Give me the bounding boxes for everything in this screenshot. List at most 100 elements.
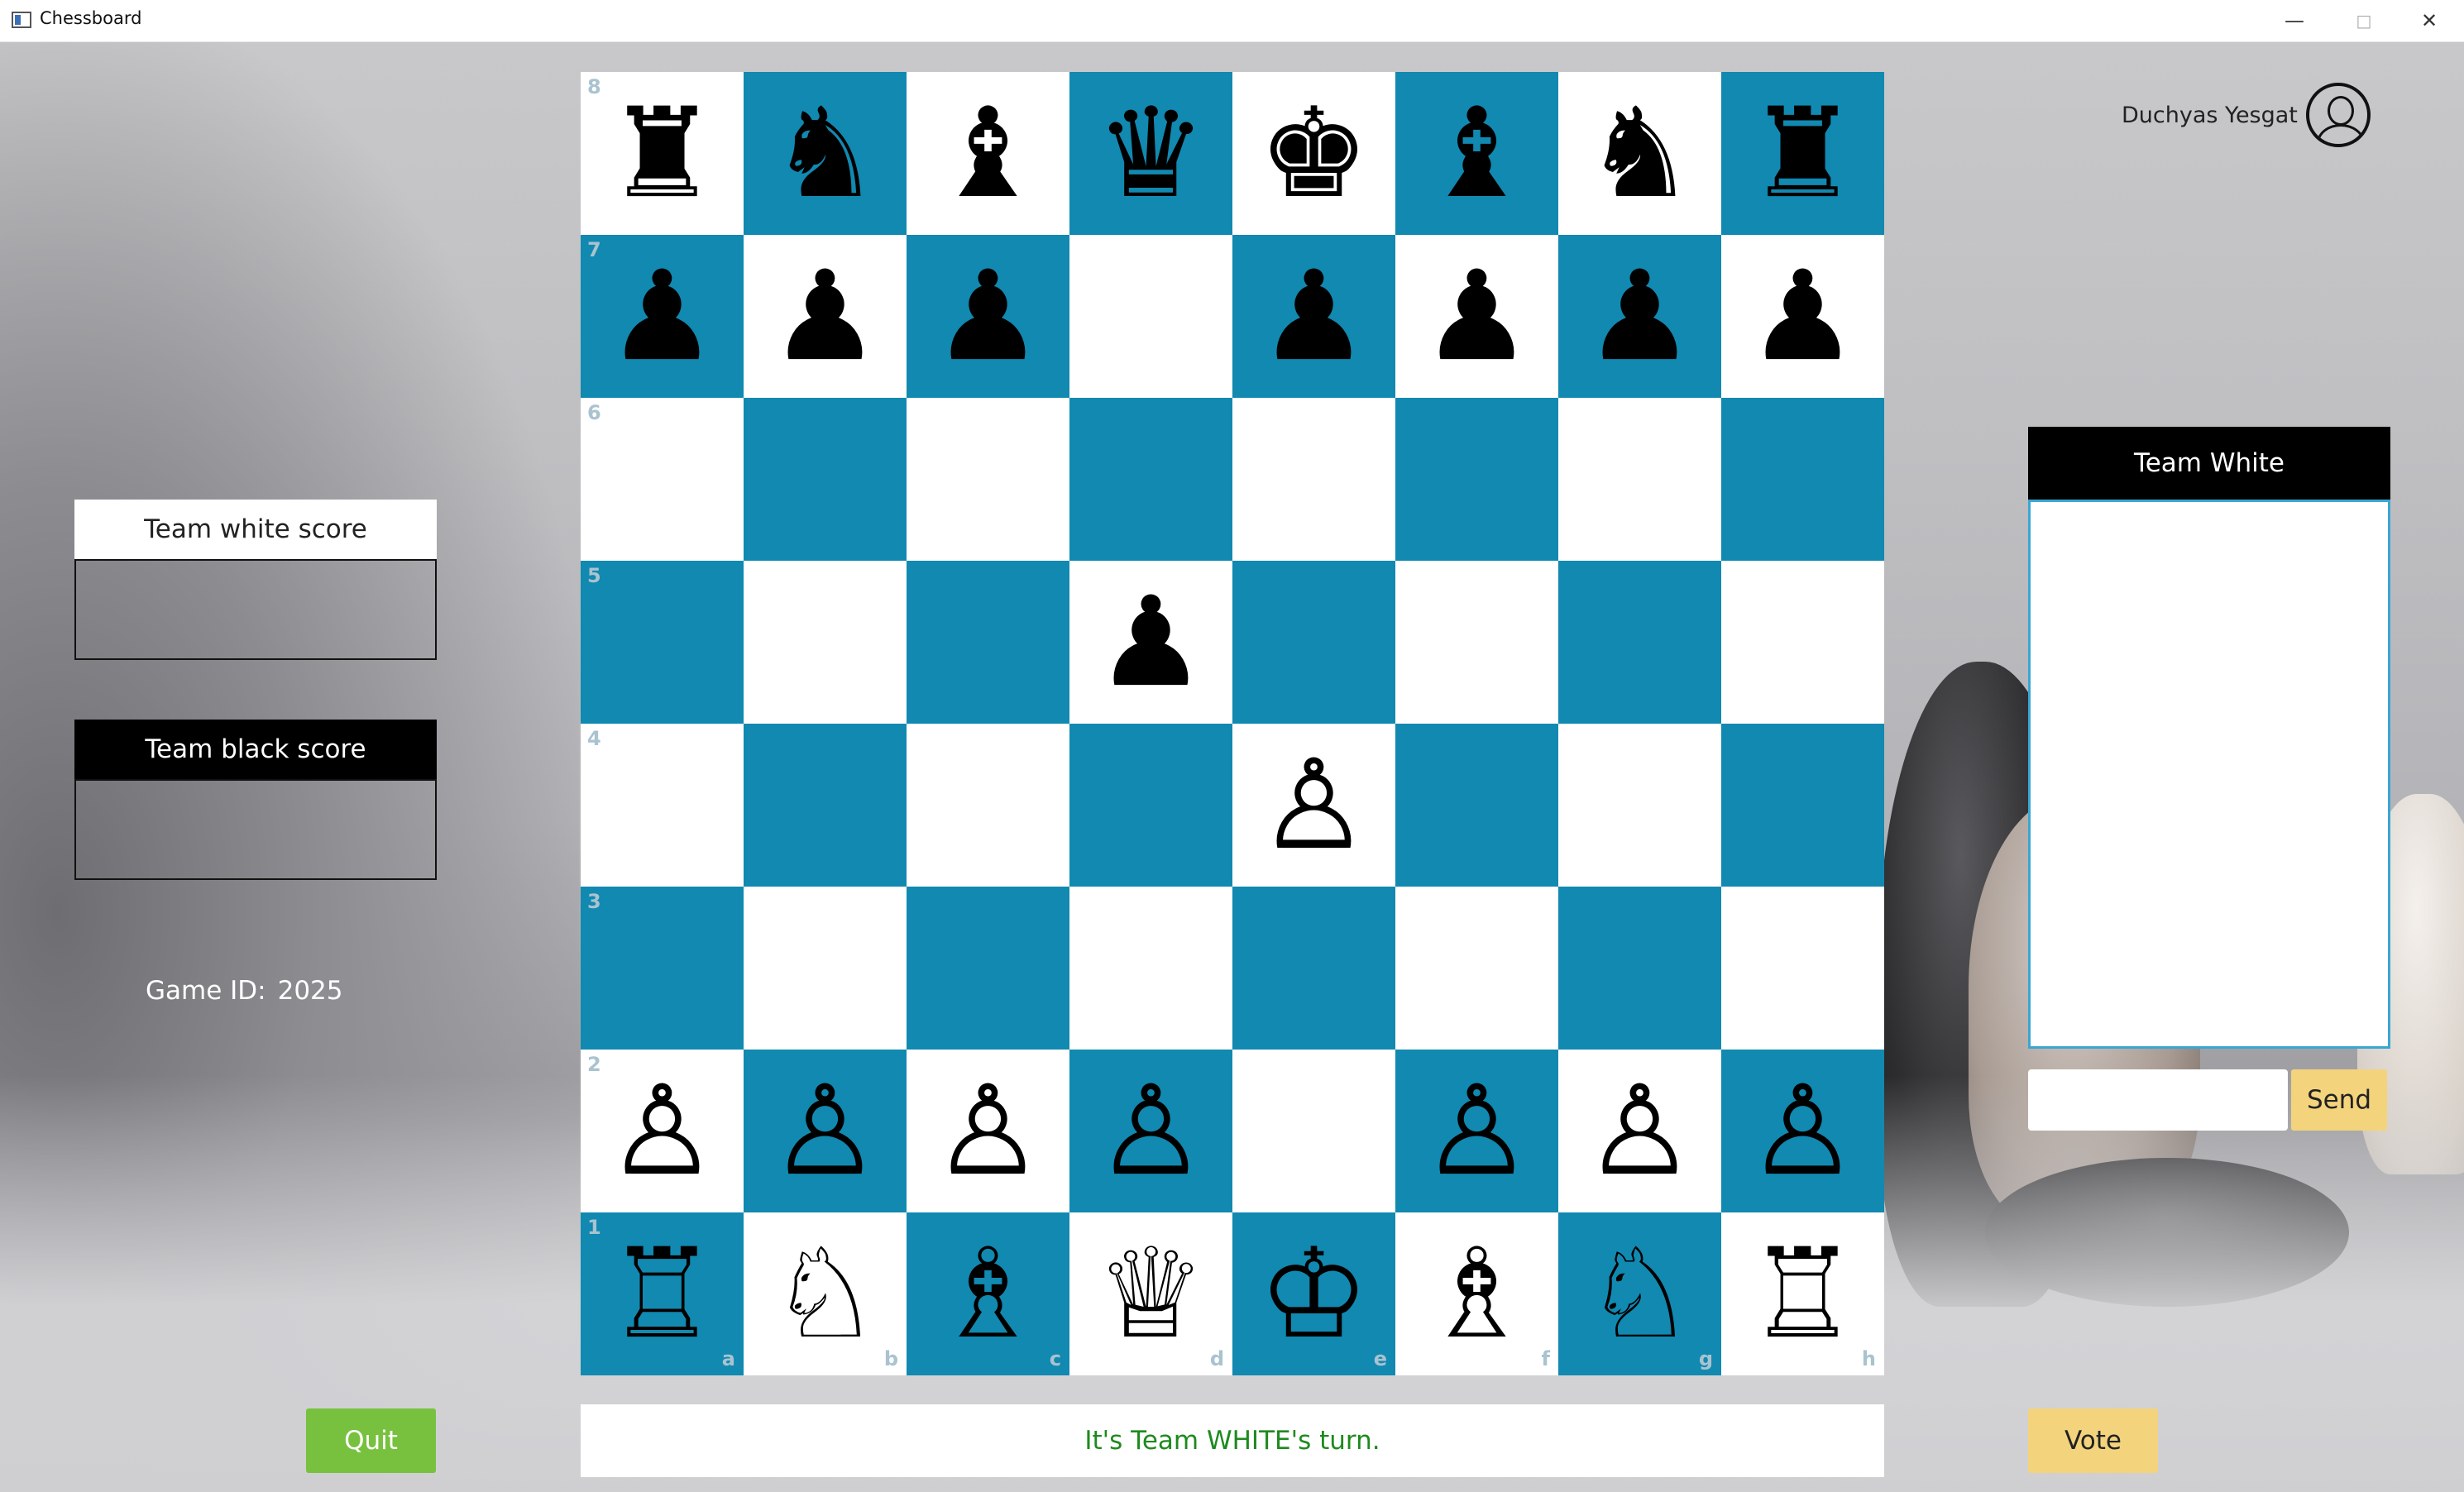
chess-piece[interactable]: ♙	[1421, 1069, 1532, 1193]
chess-piece[interactable]: ♟	[1584, 255, 1695, 379]
minimize-button[interactable]: —	[2260, 0, 2329, 41]
chess-piece[interactable]: ♔	[1258, 1232, 1369, 1356]
square-b7[interactable]: ♟	[744, 235, 907, 398]
square-h8[interactable]: ♜	[1721, 72, 1884, 235]
chess-piece[interactable]: ♜	[606, 92, 717, 216]
square-c4[interactable]	[907, 724, 1069, 887]
square-f3[interactable]	[1395, 887, 1558, 1050]
chess-piece[interactable]: ♙	[1095, 1069, 1206, 1193]
square-a5[interactable]: 5	[581, 561, 744, 724]
chess-piece[interactable]: ♙	[606, 1069, 717, 1193]
square-b3[interactable]	[744, 887, 907, 1050]
square-g4[interactable]	[1558, 724, 1721, 887]
square-f1[interactable]: f ♗	[1395, 1212, 1558, 1375]
chat-messages[interactable]	[2028, 500, 2390, 1049]
square-h1[interactable]: h ♖	[1721, 1212, 1884, 1375]
chess-piece[interactable]: ♛	[1095, 92, 1206, 216]
square-d8[interactable]: ♛	[1069, 72, 1232, 235]
square-d1[interactable]: d ♕	[1069, 1212, 1232, 1375]
square-f6[interactable]	[1395, 398, 1558, 561]
square-e7[interactable]: ♟	[1232, 235, 1395, 398]
square-a4[interactable]: 4	[581, 724, 744, 887]
square-h3[interactable]	[1721, 887, 1884, 1050]
square-e4[interactable]: ♙	[1232, 724, 1395, 887]
maximize-button[interactable]: □	[2329, 0, 2399, 41]
square-d4[interactable]	[1069, 724, 1232, 887]
square-h2[interactable]: ♙	[1721, 1050, 1884, 1212]
chess-piece[interactable]: ♕	[1095, 1232, 1206, 1356]
chess-piece[interactable]: ♟	[1258, 255, 1369, 379]
chess-piece[interactable]: ♞	[769, 92, 880, 216]
square-d6[interactable]	[1069, 398, 1232, 561]
square-c8[interactable]: ♝	[907, 72, 1069, 235]
square-f2[interactable]: ♙	[1395, 1050, 1558, 1212]
chess-piece[interactable]: ♞	[1584, 92, 1695, 216]
chess-piece[interactable]: ♗	[932, 1232, 1043, 1356]
square-f4[interactable]	[1395, 724, 1558, 887]
chess-piece[interactable]: ♙	[1584, 1069, 1695, 1193]
chess-piece[interactable]: ♚	[1258, 92, 1369, 216]
square-b8[interactable]: ♞	[744, 72, 907, 235]
square-c1[interactable]: c ♗	[907, 1212, 1069, 1375]
square-c5[interactable]	[907, 561, 1069, 724]
send-button[interactable]: Send	[2291, 1069, 2387, 1131]
chess-piece[interactable]: ♘	[769, 1232, 880, 1356]
chess-piece[interactable]: ♖	[606, 1232, 717, 1356]
square-e6[interactable]	[1232, 398, 1395, 561]
square-f5[interactable]	[1395, 561, 1558, 724]
chess-piece[interactable]: ♟	[606, 255, 717, 379]
square-b1[interactable]: b ♘	[744, 1212, 907, 1375]
square-g1[interactable]: g ♘	[1558, 1212, 1721, 1375]
chess-piece[interactable]: ♟	[1421, 255, 1532, 379]
square-e8[interactable]: ♚	[1232, 72, 1395, 235]
square-h7[interactable]: ♟	[1721, 235, 1884, 398]
chess-piece[interactable]: ♜	[1747, 92, 1858, 216]
chess-piece[interactable]: ♘	[1584, 1232, 1695, 1356]
square-a2[interactable]: 2 ♙	[581, 1050, 744, 1212]
square-a3[interactable]: 3	[581, 887, 744, 1050]
square-a8[interactable]: 8 ♜	[581, 72, 744, 235]
chess-piece[interactable]: ♗	[1421, 1232, 1532, 1356]
vote-button[interactable]: Vote	[2028, 1408, 2158, 1473]
chess-piece[interactable]: ♟	[769, 255, 880, 379]
square-d3[interactable]	[1069, 887, 1232, 1050]
square-h6[interactable]	[1721, 398, 1884, 561]
square-a7[interactable]: 7 ♟	[581, 235, 744, 398]
square-b5[interactable]	[744, 561, 907, 724]
square-b4[interactable]	[744, 724, 907, 887]
chess-piece[interactable]: ♟	[1095, 581, 1206, 705]
square-b6[interactable]	[744, 398, 907, 561]
square-d7[interactable]	[1069, 235, 1232, 398]
quit-button[interactable]: Quit	[306, 1408, 436, 1473]
square-b2[interactable]: ♙	[744, 1050, 907, 1212]
square-e3[interactable]	[1232, 887, 1395, 1050]
square-e1[interactable]: e ♔	[1232, 1212, 1395, 1375]
square-c3[interactable]	[907, 887, 1069, 1050]
chess-piece[interactable]: ♟	[1747, 255, 1858, 379]
square-f8[interactable]: ♝	[1395, 72, 1558, 235]
close-button[interactable]: ✕	[2395, 0, 2464, 41]
chess-piece[interactable]: ♖	[1747, 1232, 1858, 1356]
square-e5[interactable]	[1232, 561, 1395, 724]
chess-piece[interactable]: ♙	[1258, 744, 1369, 868]
square-h5[interactable]	[1721, 561, 1884, 724]
square-g6[interactable]	[1558, 398, 1721, 561]
chess-piece[interactable]: ♙	[1747, 1069, 1858, 1193]
chat-input[interactable]	[2028, 1069, 2288, 1131]
chess-piece[interactable]: ♝	[932, 92, 1043, 216]
square-e2[interactable]	[1232, 1050, 1395, 1212]
square-h4[interactable]	[1721, 724, 1884, 887]
square-c2[interactable]: ♙	[907, 1050, 1069, 1212]
chess-piece[interactable]: ♝	[1421, 92, 1532, 216]
square-a6[interactable]: 6	[581, 398, 744, 561]
square-g5[interactable]	[1558, 561, 1721, 724]
square-a1[interactable]: 1 a ♖	[581, 1212, 744, 1375]
user-avatar-icon[interactable]	[2306, 83, 2371, 147]
square-g3[interactable]	[1558, 887, 1721, 1050]
square-c6[interactable]	[907, 398, 1069, 561]
chess-piece[interactable]: ♟	[932, 255, 1043, 379]
chess-piece[interactable]: ♙	[932, 1069, 1043, 1193]
square-f7[interactable]: ♟	[1395, 235, 1558, 398]
square-g8[interactable]: ♞	[1558, 72, 1721, 235]
square-d2[interactable]: ♙	[1069, 1050, 1232, 1212]
